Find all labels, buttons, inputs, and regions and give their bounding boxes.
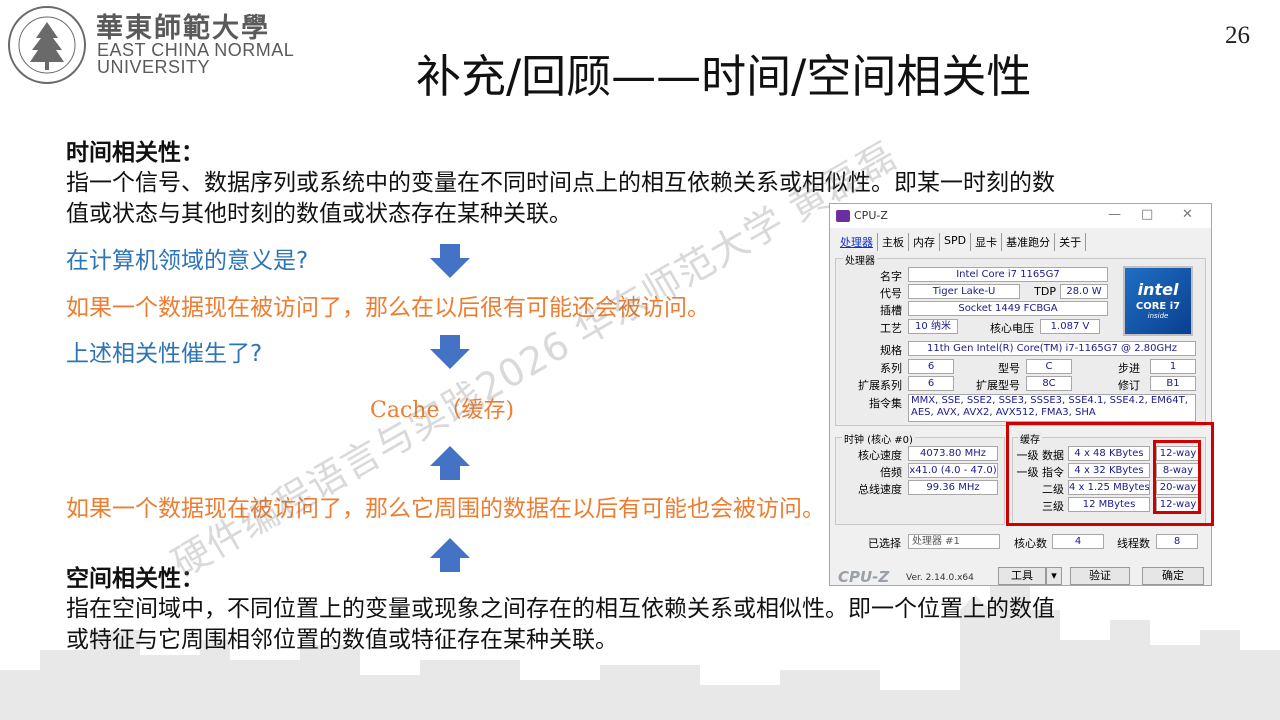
model-label: 型号 bbox=[998, 362, 1020, 375]
spatial-heading: 空间相关性： bbox=[66, 566, 204, 592]
threads-label: 线程数 bbox=[1117, 537, 1150, 550]
name-value: Intel Core i7 1165G7 bbox=[908, 267, 1108, 282]
temporal-definition-line1: 指一个信号、数据序列或系统中的变量在不同时间点上的相互依赖关系或相似性。即某一时… bbox=[66, 170, 1055, 196]
arrow-up-icon bbox=[430, 446, 470, 480]
ext-family-value: 6 bbox=[908, 376, 954, 391]
cores-value: 4 bbox=[1052, 534, 1104, 549]
bus-speed-value: 99.36 MHz bbox=[908, 480, 998, 495]
cpuz-tabs: 处理器 主板 内存 SPD 显卡 基准跑分 关于 bbox=[836, 233, 1087, 251]
arrow-down-icon bbox=[430, 244, 470, 278]
processor-group-title: 处理器 bbox=[843, 252, 877, 267]
codename-label: 代号 bbox=[880, 287, 902, 300]
bus-speed-label: 总线速度 bbox=[858, 483, 902, 496]
cpuz-footer-logo: CPU-Z bbox=[838, 568, 890, 586]
tab-processor[interactable]: 处理器 bbox=[836, 233, 878, 251]
spec-label: 规格 bbox=[880, 344, 902, 357]
tab-mainboard[interactable]: 主板 bbox=[878, 233, 909, 251]
tab-bench[interactable]: 基准跑分 bbox=[1002, 233, 1056, 251]
tab-memory[interactable]: 内存 bbox=[909, 233, 940, 251]
stepping-value: 1 bbox=[1150, 359, 1196, 374]
temporal-definition-line2: 值或状态与其他时刻的数值或状态存在某种关联。 bbox=[66, 201, 572, 227]
stepping-label: 步进 bbox=[1118, 362, 1140, 375]
page-number: 26 bbox=[1225, 22, 1250, 49]
question-result: 上述相关性催生了? bbox=[66, 341, 263, 367]
technology-label: 工艺 bbox=[880, 322, 902, 335]
core-voltage-value: 1.087 V bbox=[1040, 319, 1100, 334]
validate-button[interactable]: 验证 bbox=[1070, 567, 1130, 585]
ext-model-value: 8C bbox=[1026, 376, 1072, 391]
technology-value: 10 纳米 bbox=[908, 319, 958, 334]
question-meaning: 在计算机领域的意义是? bbox=[66, 248, 309, 274]
cpuz-version: Ver. 2.14.0.x64 bbox=[906, 573, 974, 583]
ok-button[interactable]: 确定 bbox=[1142, 567, 1204, 585]
core-speed-value: 4073.80 MHz bbox=[908, 446, 998, 461]
university-emblem-icon bbox=[8, 6, 86, 84]
minimize-icon[interactable]: — bbox=[1108, 207, 1121, 222]
cpuz-window: CPU-Z — □ ✕ 处理器 主板 内存 SPD 显卡 基准跑分 关于 处理器… bbox=[829, 203, 1212, 586]
multiplier-label: 倍频 bbox=[880, 466, 902, 479]
multiplier-value: x41.0 (4.0 - 47.0) bbox=[908, 463, 998, 478]
intel-core-i7-badge-icon: intel CORE i7 inside bbox=[1123, 266, 1193, 336]
temporal-heading: 时间相关性： bbox=[66, 140, 204, 166]
ext-family-label: 扩展系列 bbox=[858, 379, 902, 392]
name-label: 名字 bbox=[880, 270, 902, 283]
package-value: Socket 1449 FCBGA bbox=[908, 301, 1108, 316]
arrow-down-icon bbox=[430, 335, 470, 369]
tdp-label: TDP bbox=[1034, 285, 1056, 298]
slide-title: 补充/回顾——时间/空间相关性 bbox=[416, 50, 1032, 103]
cpuz-titlebar: CPU-Z — □ ✕ bbox=[830, 204, 1211, 228]
revision-label: 修订 bbox=[1118, 379, 1140, 392]
cache-label: Cache（缓存) bbox=[370, 398, 515, 423]
close-icon[interactable]: ✕ bbox=[1182, 207, 1193, 222]
instructions-value: MMX, SSE, SSE2, SSE3, SSSE3, SSE4.1, SSE… bbox=[908, 394, 1196, 422]
tab-graphics[interactable]: 显卡 bbox=[971, 233, 1003, 251]
processor-select[interactable]: 处理器 #1 bbox=[908, 534, 1000, 549]
cache-way-highlight-box bbox=[1153, 440, 1201, 514]
threads-value: 8 bbox=[1156, 534, 1198, 549]
revision-value: B1 bbox=[1150, 376, 1196, 391]
family-value: 6 bbox=[908, 359, 954, 374]
arrow-up-icon bbox=[430, 538, 470, 572]
tdp-value: 28.0 W bbox=[1060, 284, 1108, 299]
tab-spd[interactable]: SPD bbox=[940, 233, 972, 251]
package-label: 插槽 bbox=[880, 304, 902, 317]
selected-label: 已选择 bbox=[868, 537, 901, 550]
cores-label: 核心数 bbox=[1014, 537, 1047, 550]
clocks-group-title: 时钟 (核心 #0) bbox=[842, 431, 915, 446]
spatial-definition-line1: 指在空间域中，不同位置上的变量或现象之间存在的相互依赖关系或相似性。即一个位置上… bbox=[66, 596, 1055, 622]
instructions-label: 指令集 bbox=[869, 397, 902, 410]
core-voltage-label: 核心电压 bbox=[990, 322, 1034, 335]
answer-spatial: 如果一个数据现在被访问了，那么它周围的数据在以后有可能也会被访问。 bbox=[66, 496, 825, 522]
model-value: C bbox=[1026, 359, 1072, 374]
university-logo-english-line2: UNIVERSITY bbox=[97, 57, 211, 77]
answer-temporal: 如果一个数据现在被访问了，那么在以后很有可能还会被访问。 bbox=[66, 295, 710, 321]
tools-dropdown-icon[interactable]: ▾ bbox=[1046, 567, 1062, 585]
cpuz-app-icon bbox=[836, 210, 850, 222]
tab-about[interactable]: 关于 bbox=[1055, 233, 1087, 251]
family-label: 系列 bbox=[880, 362, 902, 375]
ext-model-label: 扩展型号 bbox=[976, 379, 1020, 392]
maximize-icon[interactable]: □ bbox=[1141, 207, 1153, 222]
spatial-definition-line2: 或特征与它周围相邻位置的数值或特征存在某种关联。 bbox=[66, 627, 618, 653]
codename-value: Tiger Lake-U bbox=[908, 284, 1020, 299]
tools-button[interactable]: 工具 bbox=[998, 567, 1046, 585]
spec-value: 11th Gen Intel(R) Core(TM) i7-1165G7 @ 2… bbox=[908, 341, 1196, 356]
core-speed-label: 核心速度 bbox=[858, 449, 902, 462]
cpuz-window-title: CPU-Z bbox=[854, 209, 888, 222]
